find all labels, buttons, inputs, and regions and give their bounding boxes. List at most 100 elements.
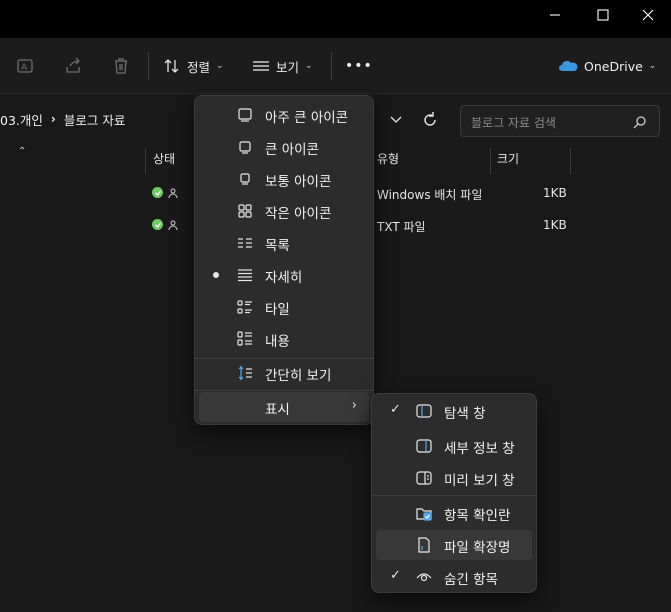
column-divider[interactable] bbox=[490, 148, 491, 174]
menu-item-label: 내용 bbox=[265, 334, 290, 350]
content-icon bbox=[237, 331, 253, 347]
view-icon bbox=[253, 61, 269, 71]
sort-button[interactable]: 정렬 ⌄ bbox=[163, 54, 224, 78]
menu-item-label: 세부 정보 창 bbox=[444, 441, 515, 457]
menu-item-label: 탐색 창 bbox=[444, 406, 486, 422]
menu-item-file-extensions[interactable]: 파일 확장명 bbox=[376, 530, 532, 560]
minimize-icon bbox=[550, 14, 560, 16]
maximize-button[interactable] bbox=[580, 0, 626, 30]
onedrive-cloud-icon bbox=[559, 60, 578, 71]
menu-item-details-pane[interactable]: 세부 정보 창 bbox=[376, 431, 532, 461]
compact-view-icon bbox=[237, 365, 253, 381]
column-header-type[interactable]: 유형 bbox=[377, 150, 399, 172]
breadcrumb-item[interactable]: 03.개인 bbox=[0, 110, 43, 129]
menu-item-label: 파일 확장명 bbox=[444, 540, 511, 556]
close-icon bbox=[642, 9, 654, 21]
extra-large-icons-icon bbox=[237, 107, 253, 123]
checkmark-icon: ✓ bbox=[390, 402, 401, 417]
file-size: 1KB bbox=[543, 218, 567, 232]
breadcrumb: 03.개인 › 블로그 자료 bbox=[0, 107, 125, 131]
view-button[interactable]: 보기 ⌄ bbox=[252, 54, 313, 78]
command-bar: A 정렬 ⌄ 보기 ⌄ ••• OneDrive ⌄ bbox=[0, 38, 671, 94]
details-pane-icon bbox=[416, 438, 432, 454]
toolbar-divider bbox=[331, 52, 332, 80]
menu-item-label: 작은 아이콘 bbox=[265, 206, 332, 222]
chevron-right-icon[interactable]: › bbox=[51, 112, 56, 126]
menu-item-label: 아주 큰 아이콘 bbox=[265, 110, 349, 126]
person-icon bbox=[168, 188, 178, 198]
rename-icon: A bbox=[17, 59, 33, 73]
share-icon bbox=[66, 57, 80, 73]
menu-item-small-icons[interactable]: 작은 아이콘 bbox=[199, 196, 369, 226]
file-type: Windows 배치 파일 bbox=[377, 188, 483, 202]
menu-item-large-icons[interactable]: 큰 아이콘 bbox=[199, 132, 369, 162]
title-bar bbox=[0, 0, 671, 38]
column-header-status[interactable]: 상태 bbox=[153, 150, 175, 172]
onedrive-button[interactable]: OneDrive ⌄ bbox=[558, 54, 656, 78]
menu-item-item-checkboxes[interactable]: 항목 확인란 bbox=[376, 498, 532, 528]
file-type: TXT 파일 bbox=[377, 220, 426, 234]
more-options-button[interactable]: ••• bbox=[345, 54, 373, 78]
person-icon bbox=[168, 220, 178, 230]
more-icon: ••• bbox=[345, 58, 373, 74]
menu-item-medium-icons[interactable]: 보통 아이콘 bbox=[199, 164, 369, 194]
menu-item-content[interactable]: 내용 bbox=[199, 324, 369, 354]
menu-item-tiles[interactable]: 타일 bbox=[199, 292, 369, 322]
sort-ascending-icon: ⌃ bbox=[18, 146, 27, 157]
menu-item-extra-large-icons[interactable]: 아주 큰 아이콘 bbox=[199, 100, 369, 130]
svg-text:A: A bbox=[21, 63, 28, 73]
minimize-button[interactable] bbox=[532, 0, 578, 30]
onedrive-label: OneDrive bbox=[584, 58, 643, 74]
checkmark-icon: ✓ bbox=[390, 568, 401, 583]
sync-status bbox=[152, 219, 178, 230]
hidden-items-icon bbox=[416, 569, 432, 585]
menu-item-label: 목록 bbox=[265, 238, 290, 254]
menu-item-preview-pane[interactable]: 미리 보기 창 bbox=[376, 463, 532, 493]
details-icon bbox=[237, 267, 253, 283]
sort-label: 정렬 bbox=[187, 59, 211, 75]
close-button[interactable] bbox=[625, 0, 671, 30]
chevron-down-icon: ⌄ bbox=[648, 61, 657, 71]
column-divider[interactable] bbox=[145, 148, 146, 174]
search-icon bbox=[633, 116, 646, 129]
share-button[interactable] bbox=[63, 56, 83, 76]
small-icons-icon bbox=[237, 203, 253, 219]
menu-item-label: 항목 확인란 bbox=[444, 508, 511, 524]
list-icon bbox=[237, 235, 253, 251]
sort-icon bbox=[164, 59, 179, 73]
menu-item-label: 간단히 보기 bbox=[265, 368, 332, 384]
menu-item-hidden-items[interactable]: ✓ 숨긴 항목 bbox=[376, 562, 532, 592]
menu-item-details[interactable]: 자세히 bbox=[199, 260, 369, 290]
menu-item-show[interactable]: 표시 › bbox=[199, 392, 369, 422]
tiles-icon bbox=[237, 299, 253, 315]
address-dropdown-icon[interactable] bbox=[386, 112, 406, 128]
delete-button[interactable] bbox=[111, 56, 131, 76]
menu-item-label: 자세히 bbox=[265, 270, 303, 286]
search-input[interactable]: 블로그 자료 검색 bbox=[460, 105, 660, 137]
view-label: 보기 bbox=[276, 59, 300, 75]
chevron-right-icon: › bbox=[351, 398, 357, 413]
synced-check-icon bbox=[152, 219, 163, 230]
menu-item-label: 타일 bbox=[265, 302, 290, 318]
chevron-down-icon: ⌄ bbox=[305, 61, 313, 71]
column-divider[interactable] bbox=[570, 148, 571, 174]
menu-item-compact-view[interactable]: 간단히 보기 bbox=[199, 358, 369, 388]
navigation-pane-icon bbox=[416, 403, 432, 419]
menu-divider bbox=[372, 495, 536, 496]
refresh-icon[interactable] bbox=[420, 110, 440, 130]
menu-item-list[interactable]: 목록 bbox=[199, 228, 369, 258]
menu-item-label: 숨긴 항목 bbox=[444, 572, 498, 588]
synced-check-icon bbox=[152, 187, 163, 198]
medium-icons-icon bbox=[237, 171, 253, 187]
rename-button[interactable]: A bbox=[15, 56, 35, 76]
item-checkboxes-icon bbox=[416, 505, 432, 521]
menu-item-label: 미리 보기 창 bbox=[444, 473, 515, 489]
search-placeholder: 블로그 자료 검색 bbox=[471, 116, 556, 130]
sync-status bbox=[152, 187, 178, 198]
column-header-size[interactable]: 크기 bbox=[497, 150, 519, 172]
show-submenu: ✓ 탐색 창 세부 정보 창 미리 보기 창 항목 확인란 파일 확장명 ✓ 숨… bbox=[371, 393, 537, 593]
large-icons-icon bbox=[237, 139, 253, 155]
selected-bullet-icon bbox=[213, 272, 219, 278]
breadcrumb-item[interactable]: 블로그 자료 bbox=[64, 110, 125, 129]
menu-item-navigation-pane[interactable]: ✓ 탐색 창 bbox=[376, 396, 532, 426]
